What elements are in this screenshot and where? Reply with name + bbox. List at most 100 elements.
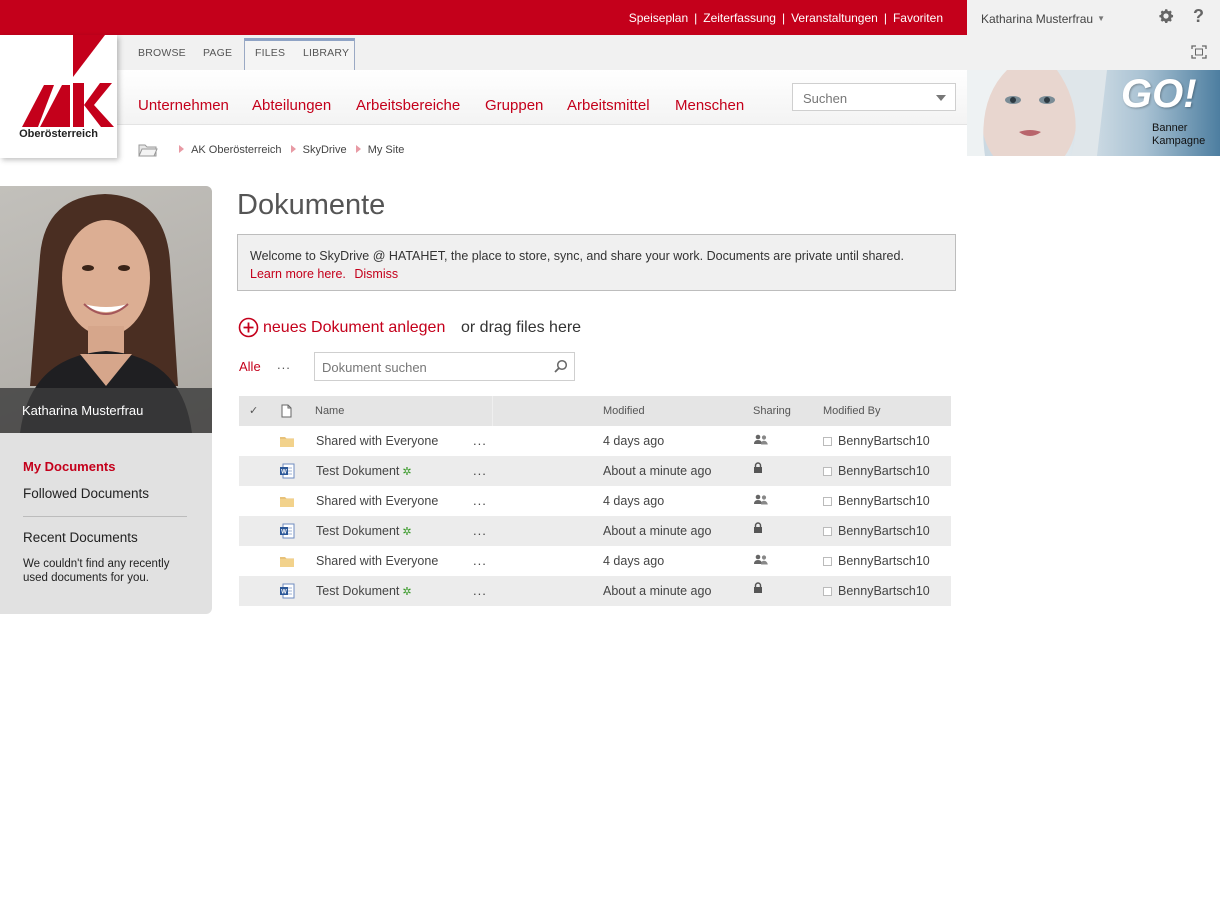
ak-logo[interactable]: Oberösterreich	[0, 35, 117, 158]
tab-files[interactable]: FILES	[255, 47, 285, 59]
folder-navigation-icon[interactable]	[138, 142, 158, 158]
plus-circle-icon[interactable]	[238, 317, 259, 338]
nav-followed-documents[interactable]: Followed Documents	[23, 486, 149, 501]
gear-icon[interactable]	[1157, 7, 1175, 25]
document-name[interactable]: Test Dokument ✲	[316, 456, 412, 486]
modified-by-name[interactable]: BennyBartsch10	[838, 494, 930, 508]
top-suite-bar: Speiseplan | Zeiterfassung | Veranstaltungen…	[0, 0, 967, 35]
document-search-input[interactable]: Dokument suchen	[314, 352, 575, 381]
top-link-zeiterfassung[interactable]: Zeiterfassung	[703, 11, 776, 25]
modified-by-name[interactable]: BennyBartsch10	[838, 434, 930, 448]
folder-icon	[280, 437, 294, 447]
document-name-text[interactable]: Shared with Everyone	[316, 554, 438, 568]
document-name-text[interactable]: Test Dokument	[316, 584, 399, 598]
document-name-text[interactable]: Test Dokument	[316, 524, 399, 538]
nav-item-unternehmen[interactable]: Unternehmen	[138, 97, 229, 114]
nav-item-menschen[interactable]: Menschen	[675, 97, 744, 114]
table-row[interactable]: Shared with Everyone... 4 days ago BennyBa…	[239, 546, 951, 576]
document-name[interactable]: Test Dokument ✲	[316, 516, 412, 546]
breadcrumb-item-ak[interactable]: AK Oberösterreich	[191, 144, 281, 156]
document-name-text[interactable]: Test Dokument	[316, 464, 399, 478]
help-icon[interactable]: ?	[1193, 6, 1204, 27]
item-menu-ellipsis-icon[interactable]: ...	[473, 576, 487, 606]
new-document-link[interactable]: neues Dokument anlegen	[263, 319, 445, 337]
item-menu-ellipsis-icon[interactable]: ...	[473, 516, 487, 546]
breadcrumb-item-skydrive[interactable]: SkyDrive	[303, 144, 347, 156]
dismiss-link[interactable]: Dismiss	[354, 267, 398, 281]
item-menu-ellipsis-icon[interactable]: ...	[473, 426, 487, 456]
modified-by[interactable]: BennyBartsch10	[823, 486, 930, 516]
table-row[interactable]: W Test Dokument ✲... About a minute ago Benn…	[239, 456, 951, 486]
document-name[interactable]: Shared with Everyone	[316, 546, 438, 576]
recent-documents-heading: Recent Documents	[23, 530, 138, 545]
column-header-modified[interactable]: Modified	[603, 396, 645, 426]
banner-label-line1: Banner	[1152, 122, 1188, 134]
document-name[interactable]: Shared with Everyone	[316, 426, 438, 456]
top-link-separator: |	[694, 11, 698, 25]
welcome-message: Welcome to SkyDrive @ HATAHET, the place…	[237, 234, 956, 291]
recent-documents-empty: We couldn't find any recently used docum…	[23, 558, 170, 584]
modified-by[interactable]: BennyBartsch10	[823, 456, 930, 486]
top-link-veranstaltungen[interactable]: Veranstaltungen	[791, 11, 878, 25]
user-menu[interactable]: Katharina Musterfrau ▼	[981, 12, 1105, 26]
document-name[interactable]: Test Dokument ✲	[316, 576, 412, 606]
column-header-modified-by[interactable]: Modified By	[823, 396, 880, 426]
modified-by-name[interactable]: BennyBartsch10	[838, 584, 930, 598]
nav-item-gruppen[interactable]: Gruppen	[485, 97, 543, 114]
profile-photo[interactable]: Katharina Musterfrau	[0, 186, 212, 433]
lock-icon[interactable]	[753, 462, 763, 474]
table-row[interactable]: Shared with Everyone... 4 days ago BennyBa…	[239, 486, 951, 516]
tab-page[interactable]: PAGE	[203, 47, 232, 59]
breadcrumb-item-mysite[interactable]: My Site	[368, 144, 405, 156]
people-icon[interactable]	[753, 554, 769, 566]
nav-my-documents[interactable]: My Documents	[23, 459, 115, 474]
sharing-status[interactable]	[753, 486, 769, 516]
top-link-favoriten[interactable]: Favoriten	[893, 11, 943, 25]
view-all[interactable]: Alle	[239, 359, 261, 374]
site-search-input[interactable]: Suchen	[792, 83, 956, 111]
select-all-checkmark-icon[interactable]: ✓	[249, 396, 258, 426]
tab-browse[interactable]: BROWSE	[138, 47, 186, 59]
focus-on-content-icon[interactable]	[1191, 45, 1207, 59]
modified-by[interactable]: BennyBartsch10	[823, 576, 930, 606]
nav-item-arbeitsmittel[interactable]: Arbeitsmittel	[567, 97, 650, 114]
lock-icon[interactable]	[753, 582, 763, 594]
table-row[interactable]: W Test Dokument ✲... About a minute ago Benn…	[239, 576, 951, 606]
modified-by-name[interactable]: BennyBartsch10	[838, 554, 930, 568]
lock-icon[interactable]	[753, 522, 763, 534]
new-item-icon: ✲	[402, 586, 412, 598]
sharing-status[interactable]	[753, 426, 769, 456]
item-menu-ellipsis-icon[interactable]: ...	[473, 456, 487, 486]
modified-by[interactable]: BennyBartsch10	[823, 516, 930, 546]
modified-by-name[interactable]: BennyBartsch10	[838, 524, 930, 538]
drag-files-text: or drag files here	[461, 319, 582, 336]
column-header-sharing[interactable]: Sharing	[753, 396, 791, 426]
nav-item-abteilungen[interactable]: Abteilungen	[252, 97, 331, 114]
people-icon[interactable]	[753, 494, 769, 506]
item-menu-ellipsis-icon[interactable]: ...	[473, 486, 487, 516]
banner-campaign[interactable]: GO! Banner Kampagne	[967, 70, 1220, 156]
chevron-down-icon[interactable]	[936, 95, 946, 101]
modified-by-name[interactable]: BennyBartsch10	[838, 464, 930, 478]
people-icon[interactable]	[753, 434, 769, 446]
nav-item-arbeitsbereiche[interactable]: Arbeitsbereiche	[356, 97, 460, 114]
sharing-status[interactable]	[753, 546, 769, 576]
item-menu-ellipsis-icon[interactable]: ...	[473, 546, 487, 576]
sharing-status[interactable]	[753, 576, 763, 606]
tab-library[interactable]: LIBRARY	[303, 47, 349, 59]
sharing-status[interactable]	[753, 516, 763, 546]
modified-by[interactable]: BennyBartsch10	[823, 546, 930, 576]
document-name-text[interactable]: Shared with Everyone	[316, 494, 438, 508]
column-header-name[interactable]: Name	[307, 396, 493, 426]
sharing-status[interactable]	[753, 456, 763, 486]
banner-label: Banner Kampagne	[1152, 122, 1205, 148]
table-row[interactable]: W Test Dokument ✲... About a minute ago Benn…	[239, 516, 951, 546]
magnifier-icon[interactable]	[554, 359, 568, 373]
learn-more-link[interactable]: Learn more here.	[250, 267, 346, 281]
document-name[interactable]: Shared with Everyone	[316, 486, 438, 516]
more-views-icon[interactable]: ...	[277, 357, 291, 372]
modified-by[interactable]: BennyBartsch10	[823, 426, 930, 456]
top-link-speiseplan[interactable]: Speiseplan	[629, 11, 688, 25]
table-row[interactable]: Shared with Everyone... 4 days ago BennyBa…	[239, 426, 951, 456]
document-name-text[interactable]: Shared with Everyone	[316, 434, 438, 448]
